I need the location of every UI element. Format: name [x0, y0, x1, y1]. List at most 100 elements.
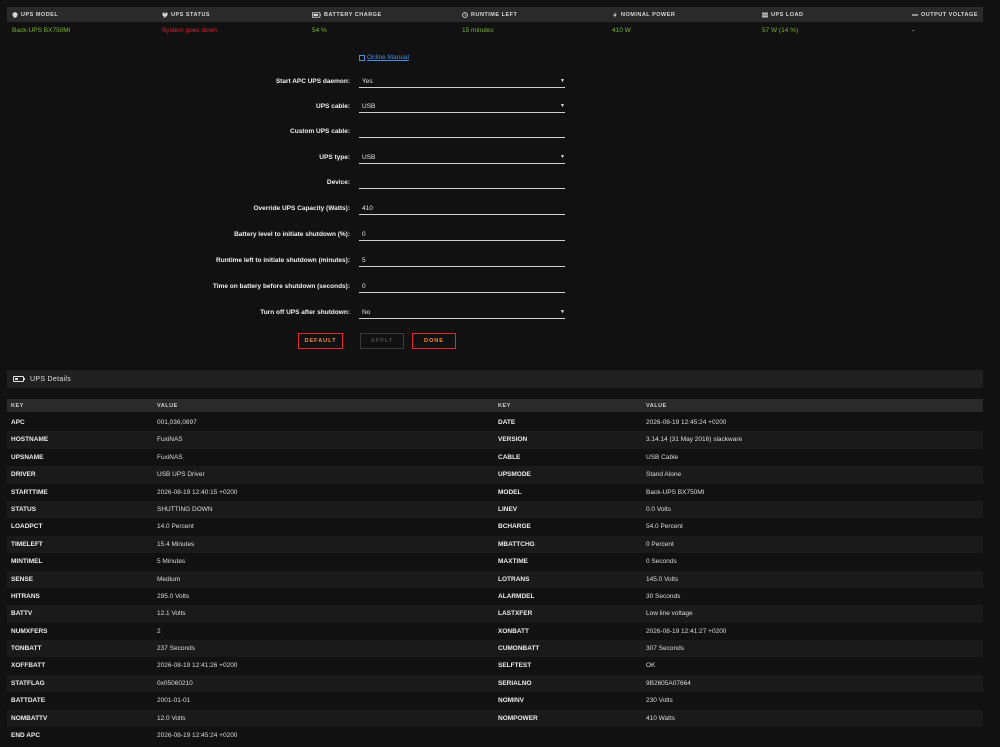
custom-cable-input[interactable]	[359, 125, 565, 138]
online-manual-label: Online Manual	[367, 54, 409, 61]
detail-key: BATTV	[11, 610, 33, 618]
turn-off-ups-value: No	[362, 309, 371, 316]
detail-key: MINTIMEL	[11, 558, 43, 566]
external-link-icon	[359, 54, 365, 61]
override-capacity-input[interactable]: 410	[359, 202, 565, 215]
detail-key: NOMPOWER	[498, 714, 538, 722]
detail-key: HOSTNAME	[11, 436, 49, 444]
ups-cable-label: UPS cable:	[316, 103, 350, 110]
ups-load-value: 57 W (14 %)	[762, 27, 799, 34]
detail-value: 295.0 Volts	[157, 592, 190, 600]
dropdown-arrow-icon: ▼	[560, 78, 565, 84]
header-output-voltage: OUTPUT VOLTAGE	[907, 12, 983, 18]
device-input[interactable]	[359, 176, 565, 189]
table-row: TIMELEFT 15.4 Minutes MBATTCHG 0 Percent	[7, 535, 983, 554]
header-battery-charge: BATTERY CHARGE	[307, 12, 457, 18]
detail-value: FuxiNAS	[157, 436, 183, 444]
detail-key: MAXTIME	[498, 558, 528, 566]
ups-details-table: APC 001,036,0897 DATE 2026-08-19 12:45:24 +…	[7, 414, 983, 744]
detail-value: USB UPS Driver	[157, 471, 205, 479]
detail-value: 0.0 Volts	[646, 505, 671, 513]
detail-value: 2	[157, 627, 161, 635]
turn-off-ups-select[interactable]: No ▼	[359, 306, 565, 319]
dropdown-arrow-icon: ▼	[560, 103, 565, 109]
start-daemon-label: Start APC UPS daemon:	[275, 78, 350, 85]
detail-key: SELFTEST	[498, 662, 532, 670]
detail-value: 145.0 Volts	[646, 575, 679, 583]
detail-value: 2026-08-19 12:45:24 +0200	[157, 732, 238, 740]
runtime-left-input[interactable]: 5	[359, 254, 565, 267]
custom-cable-label: Custom UPS cable:	[290, 128, 350, 135]
detail-value: 0x05060210	[157, 679, 193, 687]
online-manual-link[interactable]: Online Manual	[359, 54, 409, 61]
detail-key: END APC	[11, 732, 41, 740]
table-row: TONBATT 237 Seconds CUMONBATT 307 Seconds	[7, 640, 983, 658]
detail-key: SERIALNO	[498, 679, 532, 687]
battery-level-input[interactable]: 0	[359, 228, 565, 241]
detail-key: LOTRANS	[498, 575, 530, 583]
runtime-left-label: Runtime left to initiate shutdown (minut…	[216, 257, 350, 264]
table-row: NUMXFERS 2 XONBATT 2026-08-19 12:41:27 +020…	[7, 623, 983, 640]
runtime-left-value: 15 minutes	[462, 27, 494, 34]
table-row: STARTTIME 2026-08-19 12:40:15 +0200 MODEL B…	[7, 484, 983, 501]
start-daemon-select[interactable]: Yes ▼	[359, 75, 565, 88]
detail-key: ALARMDEL	[498, 592, 535, 600]
detail-value: Back-UPS BX750MI	[646, 488, 705, 496]
ups-cable-select[interactable]: USB ▼	[359, 100, 565, 113]
time-on-battery-input[interactable]: 0	[359, 280, 565, 293]
detail-value: 9B2605A07664	[646, 679, 691, 687]
ups-type-value: USB	[362, 154, 376, 161]
dropdown-arrow-icon: ▼	[560, 309, 565, 315]
table-row: UPSNAME FuxiNAS CABLE USB Cable	[7, 449, 983, 466]
detail-key: VERSION	[498, 436, 528, 444]
done-button[interactable]: DONE	[412, 333, 456, 349]
detail-value: OK	[646, 662, 656, 670]
default-button[interactable]: DEFAULT	[298, 333, 343, 349]
device-label: Device:	[326, 179, 350, 186]
battery-icon	[13, 376, 25, 382]
value-header: VALUE	[157, 403, 178, 409]
ups-type-select[interactable]: USB ▼	[359, 151, 565, 164]
nominal-power-value: 410 W	[612, 27, 631, 34]
detail-key: CUMONBATT	[498, 645, 540, 653]
output-voltage-value: -	[912, 27, 915, 34]
header-label: BATTERY CHARGE	[324, 11, 382, 18]
battery-level-label: Battery level to initiate shutdown (%):	[234, 231, 350, 238]
shield-icon	[12, 11, 18, 18]
table-row: END APC 2026-08-19 12:45:24 +0200	[7, 727, 983, 744]
form-row-time-on-battery: Time on battery before shutdown (seconds…	[0, 280, 1000, 296]
table-row: HOSTNAME FuxiNAS VERSION 3.14.14 (31 May 20…	[7, 431, 983, 449]
ups-details-title: UPS Details	[30, 375, 72, 383]
detail-value: 5 Minutes	[157, 558, 186, 566]
apply-button[interactable]: APPLY	[360, 333, 404, 349]
detail-key: SENSE	[11, 575, 34, 583]
summary-header-row: UPS MODEL UPS STATUS BATTERY CHARGE RUNT…	[7, 7, 983, 22]
detail-key: BCHARGE	[498, 523, 531, 531]
ups-cable-value: USB	[362, 103, 376, 110]
clock-icon	[462, 11, 468, 18]
detail-value: 2026-08-19 12:41:27 +0200	[646, 627, 727, 635]
details-header-row: KEY VALUE KEY VALUE	[7, 399, 983, 412]
header-label: UPS LOAD	[771, 11, 804, 18]
detail-value: USB Cable	[646, 453, 679, 461]
key-header: KEY	[11, 403, 24, 409]
header-nominal-power: NOMINAL POWER	[607, 11, 757, 18]
detail-key: XONBATT	[498, 627, 529, 635]
detail-value: 54.0 Percent	[646, 523, 683, 531]
value-header: VALUE	[646, 403, 667, 409]
form-row-custom-cable: Custom UPS cable:	[0, 125, 1000, 141]
detail-key: CABLE	[498, 453, 521, 461]
table-row: BATTDATE 2001-01-01 NOMINV 230 Volts	[7, 692, 983, 709]
header-label: OUTPUT VOLTAGE	[921, 11, 978, 18]
detail-value: Low line voltage	[646, 610, 693, 618]
form-row-turn-off-ups: Turn off UPS after shutdown: No ▼	[0, 306, 1000, 322]
detail-value: FuxiNAS	[157, 453, 183, 461]
detail-value: 0 Percent	[646, 540, 674, 548]
form-row-ups-cable: UPS cable: USB ▼	[0, 100, 1000, 116]
table-row: DRIVER USB UPS Driver UPSMODE Stand Alone	[7, 466, 983, 484]
table-row: MINTIMEL 5 Minutes MAXTIME 0 Seconds	[7, 553, 983, 570]
bolt-icon	[612, 11, 618, 18]
table-row: SENSE Medium LOTRANS 145.0 Volts	[7, 570, 983, 588]
ups-details-title-bar: UPS Details	[7, 370, 983, 388]
detail-value: 001,036,0897	[157, 419, 197, 426]
